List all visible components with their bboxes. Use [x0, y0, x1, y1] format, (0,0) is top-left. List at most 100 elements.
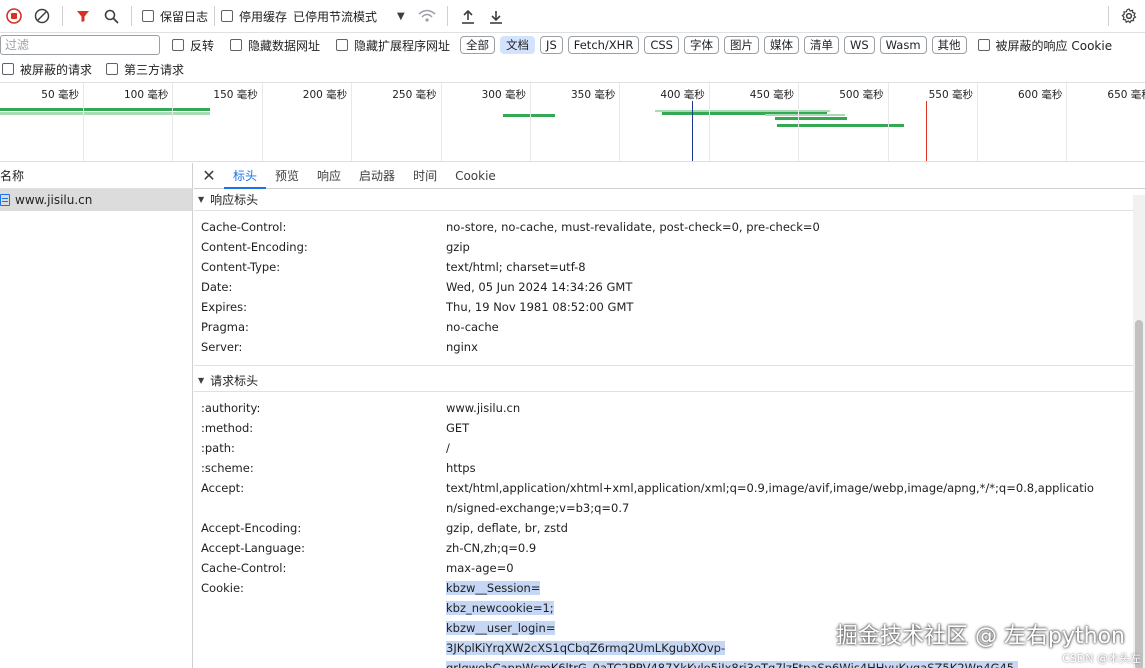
timeline-gridline — [708, 83, 710, 161]
header-value: text/html; charset=utf-8 — [446, 257, 1145, 277]
invert-label: 反转 — [190, 38, 215, 53]
header-value-text: no-cache — [446, 320, 499, 334]
tab-3[interactable]: 启动器 — [350, 163, 404, 189]
stop-recording-icon — [6, 8, 22, 24]
header-value-text: no-store, no-cache, must-revalidate, pos… — [446, 220, 820, 234]
header-name: :path: — [201, 441, 235, 455]
dom-content-loaded-marker — [692, 101, 693, 161]
timeline-tick-label: 150 毫秒 — [213, 89, 258, 101]
timeline-tick-label: 600 毫秒 — [1018, 89, 1063, 101]
tab-1[interactable]: 预览 — [266, 163, 308, 189]
blocked-requests-checkbox[interactable]: 被屏蔽的请求 — [2, 61, 92, 78]
import-har-button[interactable] — [454, 2, 482, 30]
header-row: Accept-Encoding: gzip, deflate, br, zstd — [194, 518, 1145, 538]
type-filter-6[interactable]: 图片 — [723, 36, 759, 54]
tab-5[interactable]: Cookie — [446, 163, 505, 189]
load-event-marker — [926, 101, 927, 161]
clear-button[interactable] — [28, 2, 56, 30]
gear-icon — [1121, 8, 1137, 24]
header-value: no-store, no-cache, must-revalidate, pos… — [446, 217, 1145, 237]
checkbox-box[interactable] — [172, 39, 184, 51]
network-overview-timeline[interactable]: 50 毫秒 100 毫秒 150 毫秒 200 毫秒 250 毫秒 300 毫秒 350 毫… — [0, 82, 1145, 162]
header-row: :method: GET — [194, 418, 1145, 438]
header-row: Cache-Control: max-age=0 — [194, 558, 1145, 578]
third-party-checkbox[interactable]: 第三方请求 — [106, 61, 184, 78]
disable-cache-checkbox[interactable]: 停用缓存 — [221, 8, 287, 25]
type-filter-10[interactable]: Wasm — [879, 36, 927, 54]
toolbar-divider — [62, 6, 63, 26]
timeline-gridline — [887, 83, 889, 161]
filter-input[interactable]: 过滤 — [0, 35, 160, 55]
hide-data-urls-checkbox[interactable]: 隐藏数据网址 — [230, 37, 320, 54]
network-settings-button[interactable] — [1115, 2, 1143, 30]
timeline-bar — [503, 114, 555, 117]
header-row: Cache-Control: no-store, no-cache, must-r… — [194, 217, 1145, 237]
checkbox-box[interactable] — [336, 39, 349, 51]
header-value: gzip, deflate, br, zstd — [446, 518, 1145, 538]
checkbox-box[interactable] — [221, 10, 234, 22]
type-filter-7[interactable]: 媒体 — [763, 36, 799, 54]
header-value: no-cache — [446, 317, 1145, 337]
record-button[interactable] — [0, 2, 28, 30]
export-har-button[interactable] — [482, 2, 510, 30]
request-name: www.jisilu.cn — [15, 193, 93, 207]
network-conditions-button[interactable] — [413, 2, 441, 30]
watermark-subtext: CSDN @木头左 — [1062, 652, 1141, 665]
blocked-requests-label: 被屏蔽的请求 — [20, 62, 93, 77]
empty-key — [194, 598, 446, 618]
throttling-select[interactable]: 已停用节流模式 ▼ — [293, 8, 405, 25]
type-filter-5[interactable]: 字体 — [683, 36, 719, 54]
filter-toggle-button[interactable] — [69, 2, 97, 30]
request-headers-title: 请求标头 — [210, 374, 259, 388]
header-value-text: gzip — [446, 240, 470, 254]
header-row: Accept: text/html,application/xhtml+xml,a… — [194, 478, 1145, 518]
checkbox-box[interactable] — [106, 63, 119, 75]
response-headers-section-header[interactable]: ▼ 响应标头 — [194, 189, 1145, 211]
timeline-gridline — [440, 83, 442, 161]
type-filter-11[interactable]: 其他 — [931, 36, 967, 54]
timeline-bar — [775, 117, 847, 120]
type-filter-1[interactable]: 文档 — [500, 36, 536, 54]
search-button[interactable] — [97, 2, 125, 30]
tab-4[interactable]: 时间 — [404, 163, 446, 189]
preserve-log-label: 保留日志 — [160, 9, 209, 24]
type-filter-4[interactable]: CSS — [644, 36, 679, 54]
header-value-text: text/html,application/xhtml+xml,applicat… — [446, 481, 1094, 515]
hide-extension-urls-checkbox[interactable]: 隐藏扩展程序网址 — [336, 37, 450, 54]
tab-2[interactable]: 响应 — [308, 163, 350, 189]
header-row: Expires: Thu, 19 Nov 1981 08:52:00 GMT — [194, 297, 1145, 317]
preserve-log-checkbox[interactable]: 保留日志 — [142, 8, 208, 25]
request-headers-section-header[interactable]: ▼ 请求标头 — [194, 370, 1145, 392]
type-filter-8[interactable]: 清单 — [803, 36, 839, 54]
blocked-response-cookies-checkbox[interactable]: 被屏蔽的响应 Cookie — [977, 37, 1112, 54]
watermark-text: 掘金技术社区 @ 左右python — [836, 624, 1125, 649]
timeline-tick-label: 250 毫秒 — [392, 89, 437, 101]
throttling-value: 已停用节流模式 — [293, 9, 378, 24]
close-icon[interactable]: ✕ — [194, 166, 224, 185]
wifi-settings-icon — [418, 9, 436, 22]
detail-scrollbar[interactable] — [1133, 195, 1145, 668]
timeline-tick-label: 500 毫秒 — [839, 89, 884, 101]
checkbox-box[interactable] — [142, 10, 154, 22]
timeline-bar — [0, 108, 210, 111]
request-list: 名称 www.jisilu.cn — [0, 163, 193, 668]
request-row[interactable]: www.jisilu.cn — [0, 189, 192, 211]
header-value-text: kbzw__Session= — [446, 581, 541, 595]
timeline-gridline — [172, 83, 174, 161]
disable-cache-label: 停用缓存 — [239, 9, 288, 24]
header-value-text: www.jisilu.cn — [446, 401, 521, 415]
checkbox-box[interactable] — [977, 39, 990, 51]
scrollbar-thumb[interactable] — [1135, 320, 1143, 668]
timeline-tick-label: 650 毫秒 — [1107, 89, 1145, 101]
timeline-gridline — [798, 83, 800, 161]
checkbox-box[interactable] — [230, 39, 243, 51]
name-column-header[interactable]: 名称 — [0, 163, 192, 189]
tab-0[interactable]: 标头 — [224, 163, 267, 189]
header-row: Date: Wed, 05 Jun 2024 14:34:26 GMT — [194, 277, 1145, 297]
type-filter-0[interactable]: 全部 — [460, 36, 496, 54]
checkbox-box[interactable] — [2, 63, 14, 75]
type-filter-9[interactable]: WS — [843, 36, 875, 54]
invert-checkbox[interactable]: 反转 — [172, 37, 214, 54]
type-filter-3[interactable]: Fetch/XHR — [567, 36, 640, 54]
type-filter-2[interactable]: JS — [540, 36, 563, 54]
